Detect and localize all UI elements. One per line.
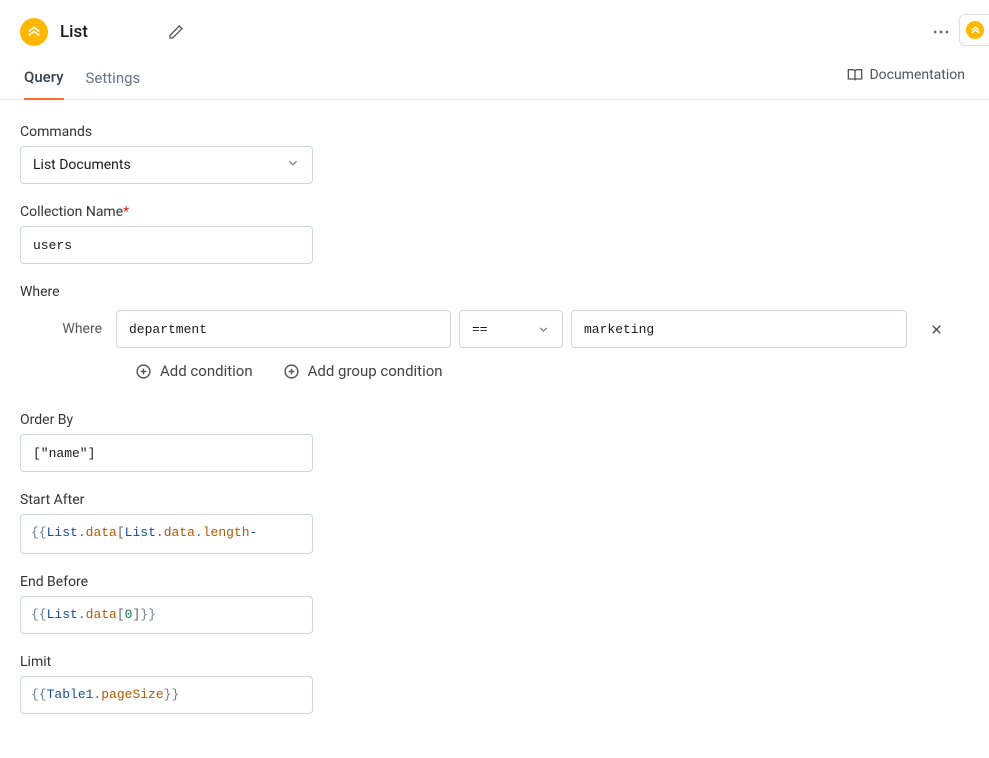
commands-label: Commands <box>20 124 969 140</box>
form-body: Commands List Documents Collection Name*… <box>0 100 989 758</box>
edit-title-button[interactable] <box>168 24 184 40</box>
add-group-condition-label: Add group condition <box>308 362 443 380</box>
collection-name-input[interactable]: users <box>20 226 313 264</box>
startafter-input[interactable]: {{ List.data[List.data.length - <box>20 514 313 554</box>
commands-field: Commands List Documents <box>20 124 969 184</box>
orderby-input[interactable]: ["name"] <box>20 434 313 472</box>
documentation-link[interactable]: Documentation <box>847 67 965 91</box>
startafter-field: Start After {{ List.data[List.data.lengt… <box>20 492 969 554</box>
more-menu-button[interactable] <box>931 22 951 42</box>
endbefore-label: End Before <box>20 574 969 590</box>
where-label: Where <box>20 284 969 300</box>
book-icon <box>847 67 863 83</box>
tabs-bar: Query Settings Documentation <box>0 58 989 100</box>
commands-select[interactable]: List Documents <box>20 146 313 184</box>
header-bar: List <box>0 0 989 58</box>
app-logo-icon <box>20 18 48 46</box>
commands-value: List Documents <box>33 157 131 173</box>
orderby-label: Order By <box>20 412 969 428</box>
add-group-condition-button[interactable]: Add group condition <box>283 362 443 380</box>
documentation-label: Documentation <box>869 67 965 83</box>
where-inner-label: Where <box>20 321 108 337</box>
chevron-down-icon <box>286 156 300 174</box>
close-icon <box>929 322 944 337</box>
where-section: Where Where department == marketing A <box>20 284 969 380</box>
tab-settings[interactable]: Settings <box>86 59 141 99</box>
page-title: List <box>60 22 88 42</box>
remove-condition-button[interactable] <box>929 322 944 337</box>
where-value-input[interactable]: marketing <box>571 310 907 348</box>
limit-label: Limit <box>20 654 969 670</box>
add-condition-button[interactable]: Add condition <box>135 362 253 380</box>
endbefore-field: End Before {{ List.data[0] }} <box>20 574 969 634</box>
where-field-input[interactable]: department <box>116 310 451 348</box>
plus-circle-icon <box>283 363 300 380</box>
collection-name-field: Collection Name* users <box>20 204 969 264</box>
startafter-label: Start After <box>20 492 969 508</box>
side-drawer-toggle[interactable] <box>959 14 989 46</box>
tab-query[interactable]: Query <box>24 58 64 100</box>
chevron-down-icon <box>537 323 550 336</box>
endbefore-input[interactable]: {{ List.data[0] }} <box>20 596 313 634</box>
limit-field: Limit {{Table1.pageSize}} <box>20 654 969 714</box>
orderby-field: Order By ["name"] <box>20 412 969 472</box>
add-condition-row: Add condition Add group condition <box>20 362 969 380</box>
required-star: * <box>123 204 129 220</box>
plus-circle-icon <box>135 363 152 380</box>
where-operator-select[interactable]: == <box>459 310 563 348</box>
where-condition-row: Where department == marketing <box>20 310 969 348</box>
add-condition-label: Add condition <box>160 362 253 380</box>
limit-input[interactable]: {{Table1.pageSize}} <box>20 676 313 714</box>
collection-name-label: Collection Name* <box>20 204 969 220</box>
